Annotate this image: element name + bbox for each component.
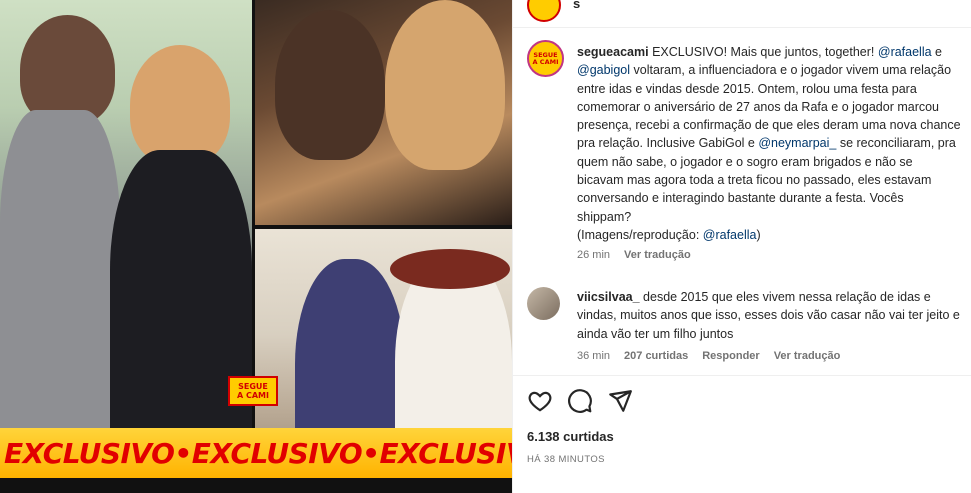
post-header: s — [513, 0, 971, 28]
man-figure — [275, 10, 385, 160]
caption-segment: ) — [756, 227, 761, 242]
comment-username[interactable]: viicsilvaa_ — [577, 290, 640, 304]
logo-line1: SEGUE — [238, 382, 268, 391]
share-icon[interactable] — [607, 388, 633, 414]
mention-link[interactable]: @rafaella — [703, 228, 757, 242]
comment-likes[interactable]: 207 curtidas — [624, 350, 688, 362]
logo-line2: A CAMI — [237, 391, 269, 400]
woman-figure — [130, 45, 230, 165]
segue-a-cami-logo: SEGUE A CAMI — [228, 376, 278, 406]
caption-text: EXCLUSIVO! Mais que juntos, together! @r… — [577, 45, 961, 242]
mention-link[interactable]: @rafaella — [878, 45, 932, 59]
post-timestamp[interactable]: HÁ 38 MINUTOS — [527, 454, 605, 465]
comment-translate-link[interactable]: Ver tradução — [774, 350, 841, 362]
caption-meta: 26 min Ver tradução — [577, 249, 691, 261]
exclusivo-banner: EXCLUSIVO•EXCLUSIVO•EXCLUSIVO•EXCLUSIVO — [0, 428, 512, 478]
header-username[interactable]: s — [573, 0, 580, 11]
heart-icon[interactable] — [527, 388, 553, 414]
post-actions: 6.138 curtidas HÁ 38 MINUTOS — [513, 375, 971, 493]
banner-text: EXCLUSIVO•EXCLUSIVO•EXCLUSIVO•EXCLUSIVO — [4, 436, 512, 470]
caption-segment: (Imagens/reprodução: — [577, 227, 703, 242]
post-image[interactable]: SEGUE A CAMI EXCLUSIVO•EXCLUSIVO•EXCLUSI… — [0, 0, 512, 493]
photo-couple-left — [0, 0, 252, 493]
comment-reply-button[interactable]: Responder — [702, 350, 759, 362]
author-avatar[interactable]: SEGUE A CAMI — [527, 40, 564, 77]
caption-segment: e — [931, 45, 942, 59]
avatar-logo-line2: A CAMI — [532, 57, 559, 66]
image-bottom-strip — [0, 478, 512, 493]
woman-figure — [385, 0, 505, 170]
caption-segment: EXCLUSIVO! Mais que juntos, together! — [652, 45, 878, 59]
mention-link[interactable]: @neymarpai_ — [758, 136, 836, 150]
instagram-post-view: SEGUE A CAMI EXCLUSIVO•EXCLUSIVO•EXCLUSI… — [0, 0, 971, 493]
caption-username[interactable]: segueacami — [577, 45, 649, 59]
comment-meta: 36 min 207 curtidas Responder Ver traduç… — [577, 350, 840, 362]
comment-time[interactable]: 36 min — [577, 350, 610, 362]
comment: viicsilvaa_ desde 2015 que eles vivem ne… — [577, 288, 961, 343]
commenter-avatar[interactable] — [527, 287, 560, 320]
caption-translate-link[interactable]: Ver tradução — [624, 249, 691, 261]
header-avatar[interactable] — [527, 0, 561, 22]
photo-couple-top-right — [255, 0, 512, 225]
comment-icon[interactable] — [567, 388, 593, 414]
likes-count[interactable]: 6.138 curtidas — [527, 429, 614, 444]
mention-link[interactable]: @gabigol — [577, 63, 630, 77]
woman-hat — [390, 249, 510, 289]
post-details-panel: s SEGUE A CAMI segueacami EXCLUSIVO! Mai… — [512, 0, 971, 493]
post-caption: segueacami EXCLUSIVO! Mais que juntos, t… — [577, 43, 961, 244]
man-figure — [20, 15, 115, 125]
caption-time[interactable]: 26 min — [577, 249, 610, 261]
